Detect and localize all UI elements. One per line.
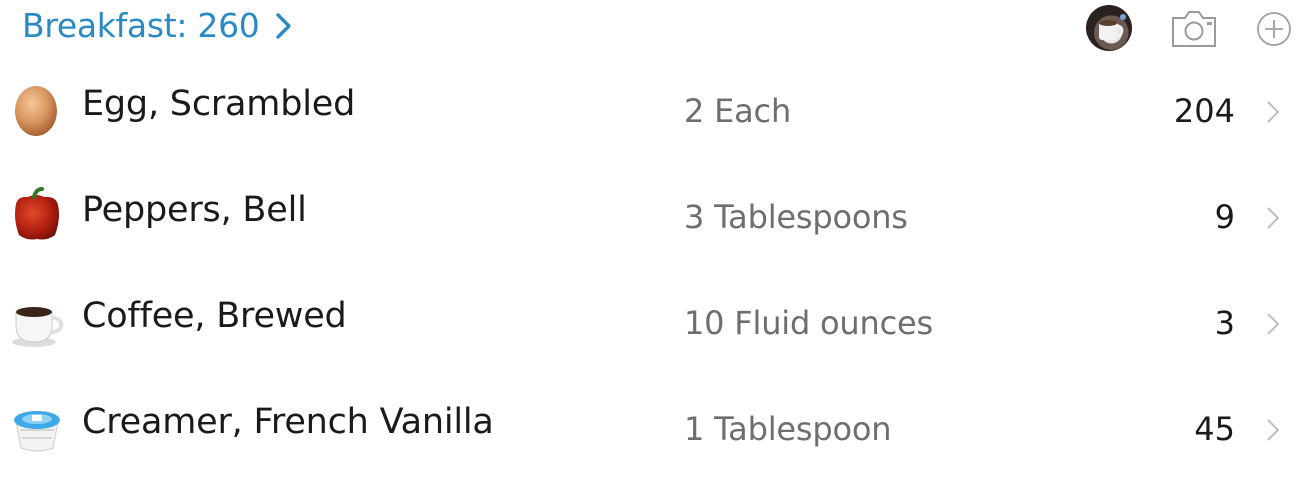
meal-header: Breakfast: 260 <box>0 0 1297 56</box>
food-name: Coffee, Brewed <box>82 296 347 336</box>
serving-size: 10 Fluid ounces <box>684 304 933 342</box>
chevron-right-icon <box>1267 313 1280 335</box>
serving-size: 2 Each <box>684 92 792 130</box>
chevron-right-icon <box>1267 419 1280 441</box>
meal-photo-thumbnail[interactable] <box>1086 5 1132 51</box>
coffee-photo-icon <box>1099 14 1126 40</box>
food-name: Creamer, French Vanilla <box>82 402 494 442</box>
calorie-count: 204 <box>1173 92 1235 130</box>
calorie-count: 3 <box>1214 304 1235 342</box>
camera-icon[interactable] <box>1170 9 1218 49</box>
creamer-cup-icon <box>14 411 60 452</box>
plus-circle-icon[interactable] <box>1256 11 1292 47</box>
serving-size: 1 Tablespoon <box>684 410 892 448</box>
food-entry-row[interactable]: Coffee, Brewed 10 Fluid ounces 3 <box>0 270 1297 376</box>
food-name: Peppers, Bell <box>82 190 307 230</box>
chevron-right-icon <box>1267 101 1280 123</box>
coffee-cup-icon <box>12 307 64 347</box>
bell-pepper-icon <box>15 187 59 240</box>
food-name: Egg, Scrambled <box>82 84 356 124</box>
chevron-right-icon <box>1267 207 1280 229</box>
calorie-count: 9 <box>1214 198 1235 236</box>
food-entry-row[interactable]: Peppers, Bell 3 Tablespoons 9 <box>0 164 1297 270</box>
food-entry-row[interactable]: Egg, Scrambled 2 Each 204 <box>0 58 1297 164</box>
calorie-count: 45 <box>1194 410 1235 448</box>
serving-size: 3 Tablespoons <box>684 198 908 236</box>
egg-icon <box>15 86 57 136</box>
food-entry-row[interactable]: Creamer, French Vanilla 1 Tablespoon 45 <box>0 376 1297 482</box>
